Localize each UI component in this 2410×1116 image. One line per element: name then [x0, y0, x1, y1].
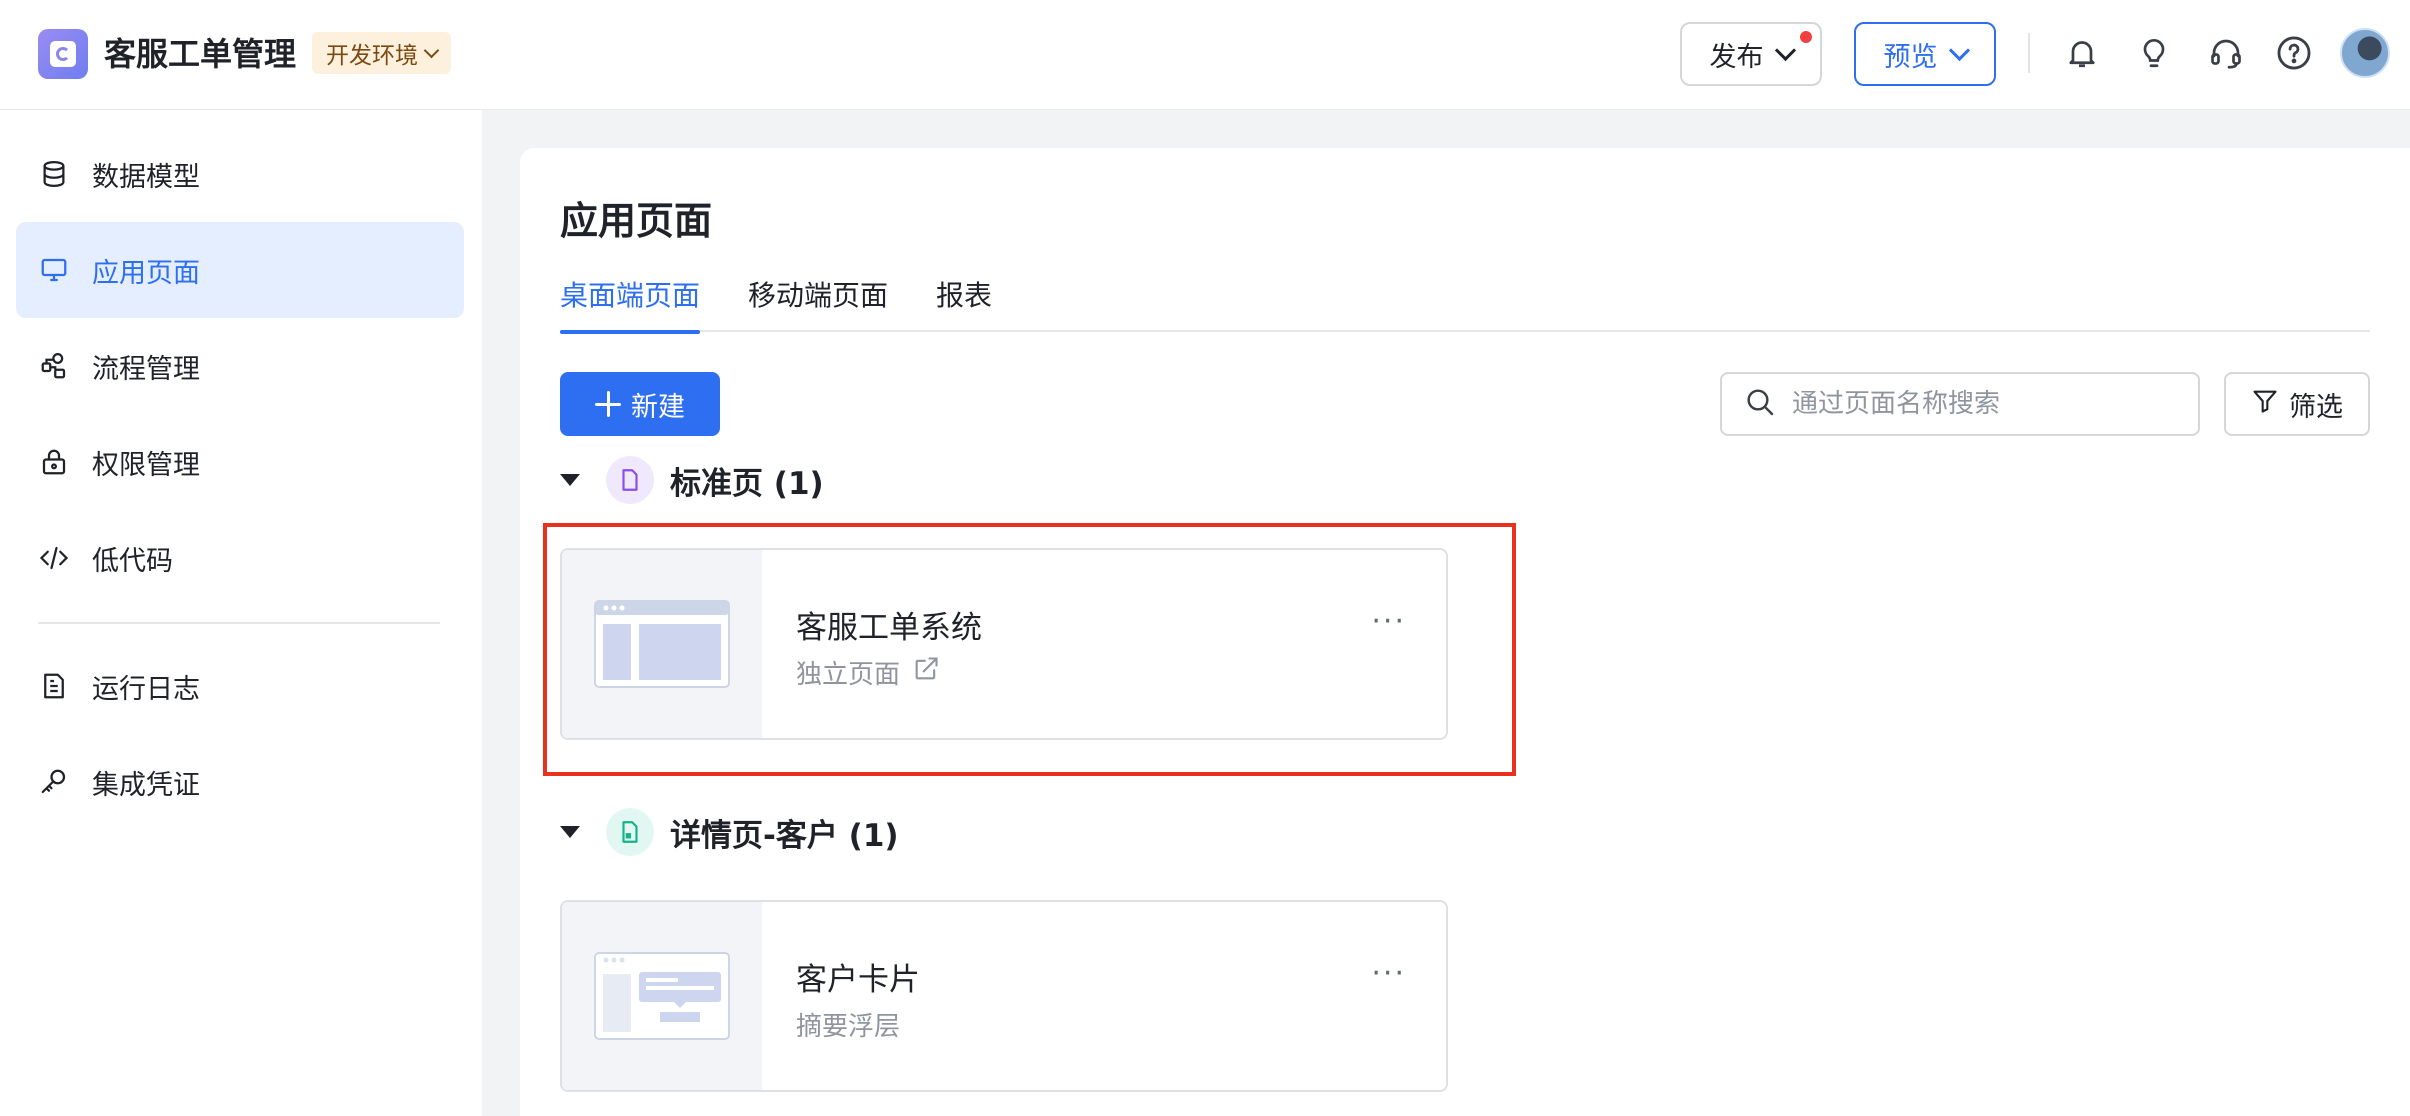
toolbar-divider — [2028, 33, 2030, 73]
search-input[interactable] — [1792, 389, 2192, 419]
new-page-button[interactable]: 新建 — [560, 372, 720, 436]
page-thumbnail — [562, 902, 762, 1090]
app-title: 客服工单管理 — [104, 35, 297, 73]
caret-down-icon — [560, 474, 580, 486]
chevron-down-icon — [1774, 39, 1796, 61]
sidebar-item-app-pages[interactable]: 应用页面 — [16, 222, 464, 318]
new-button-label: 新建 — [631, 391, 685, 423]
tab-reports[interactable]: 报表 — [936, 276, 992, 332]
sidebar-item-credentials[interactable]: 集成凭证 — [16, 734, 464, 830]
page-thumbnail — [562, 550, 762, 738]
sidebar-item-permissions[interactable]: 权限管理 — [16, 414, 464, 510]
app-logo — [38, 29, 88, 79]
sidebar-divider — [38, 622, 440, 624]
main-content: 应用页面 桌面端页面 移动端页面 报表 新建 筛选 标准页 (1) — [520, 148, 2410, 1116]
environment-selector[interactable]: 开发环境 — [312, 32, 451, 74]
lock-icon — [38, 446, 70, 478]
notification-dot — [1800, 31, 1812, 43]
page-card[interactable]: 客服工单系统 独立页面 ··· — [560, 548, 1448, 740]
page-name: 客服工单系统 — [796, 610, 982, 646]
page-search[interactable] — [1720, 372, 2200, 436]
page-type-label: 独立页面 — [796, 660, 901, 690]
sidebar: 数据模型 应用页面 流程管理 权限管理 低代码 运行日志 集成凭证 — [0, 110, 482, 1116]
flow-icon — [38, 350, 70, 382]
avatar[interactable] — [2340, 28, 2390, 78]
page-type: 摘要浮层 — [796, 1006, 900, 1043]
detail-page-icon — [606, 808, 654, 856]
lightbulb-icon[interactable] — [2134, 33, 2174, 73]
more-options-icon[interactable]: ··· — [1371, 604, 1406, 639]
sidebar-item-logs[interactable]: 运行日志 — [16, 638, 464, 734]
page-type: 独立页面 — [796, 654, 940, 691]
help-icon[interactable] — [2274, 33, 2314, 73]
group-header-customer-detail[interactable]: 详情页-客户 (1) — [560, 808, 899, 856]
preview-label: 预览 — [1883, 41, 1938, 73]
sidebar-item-label: 数据模型 — [92, 161, 200, 193]
page-name: 客户卡片 — [796, 962, 920, 998]
sidebar-item-data-model[interactable]: 数据模型 — [16, 126, 464, 222]
log-file-icon — [38, 670, 70, 702]
external-link-icon[interactable] — [912, 655, 940, 690]
publish-button[interactable]: 发布 — [1680, 22, 1822, 86]
top-bar: 客服工单管理 开发环境 发布 预览 — [0, 0, 2410, 110]
filter-button[interactable]: 筛选 — [2224, 372, 2370, 436]
database-icon — [38, 158, 70, 190]
caret-down-icon — [560, 826, 580, 838]
sidebar-item-label: 权限管理 — [92, 449, 200, 481]
key-icon — [38, 766, 70, 798]
sidebar-item-label: 流程管理 — [92, 353, 200, 385]
sidebar-item-flow[interactable]: 流程管理 — [16, 318, 464, 414]
bell-icon[interactable] — [2062, 33, 2102, 73]
filter-label: 筛选 — [2289, 391, 2343, 423]
more-options-icon[interactable]: ··· — [1371, 956, 1406, 991]
sidebar-item-lowcode[interactable]: 低代码 — [16, 510, 464, 606]
monitor-icon — [38, 254, 70, 286]
sidebar-item-label: 集成凭证 — [92, 769, 200, 801]
group-title: 标准页 (1) — [670, 465, 824, 502]
tab-mobile-pages[interactable]: 移动端页面 — [748, 276, 888, 332]
sidebar-item-label: 运行日志 — [92, 673, 200, 705]
page-title: 应用页面 — [560, 199, 713, 243]
preview-button[interactable]: 预览 — [1854, 22, 1996, 86]
document-icon — [606, 456, 654, 504]
group-header-standard[interactable]: 标准页 (1) — [560, 456, 824, 504]
sidebar-item-label: 低代码 — [92, 545, 173, 577]
environment-label: 开发环境 — [326, 43, 418, 69]
chevron-down-icon — [423, 42, 440, 58]
group-title: 详情页-客户 (1) — [670, 817, 899, 854]
page-type-label: 摘要浮层 — [796, 1012, 901, 1042]
page-card[interactable]: 客户卡片 摘要浮层 ··· — [560, 900, 1448, 1092]
publish-label: 发布 — [1709, 41, 1764, 73]
chevron-down-icon — [1948, 39, 1970, 61]
headset-icon[interactable] — [2206, 33, 2246, 73]
plus-icon — [595, 391, 621, 417]
code-icon — [38, 542, 70, 574]
search-icon — [1744, 386, 1776, 422]
filter-icon — [2251, 387, 2279, 422]
page-tabs: 桌面端页面 移动端页面 报表 — [560, 276, 2370, 334]
tab-desktop-pages[interactable]: 桌面端页面 — [560, 276, 701, 334]
sidebar-item-label: 应用页面 — [92, 257, 200, 289]
